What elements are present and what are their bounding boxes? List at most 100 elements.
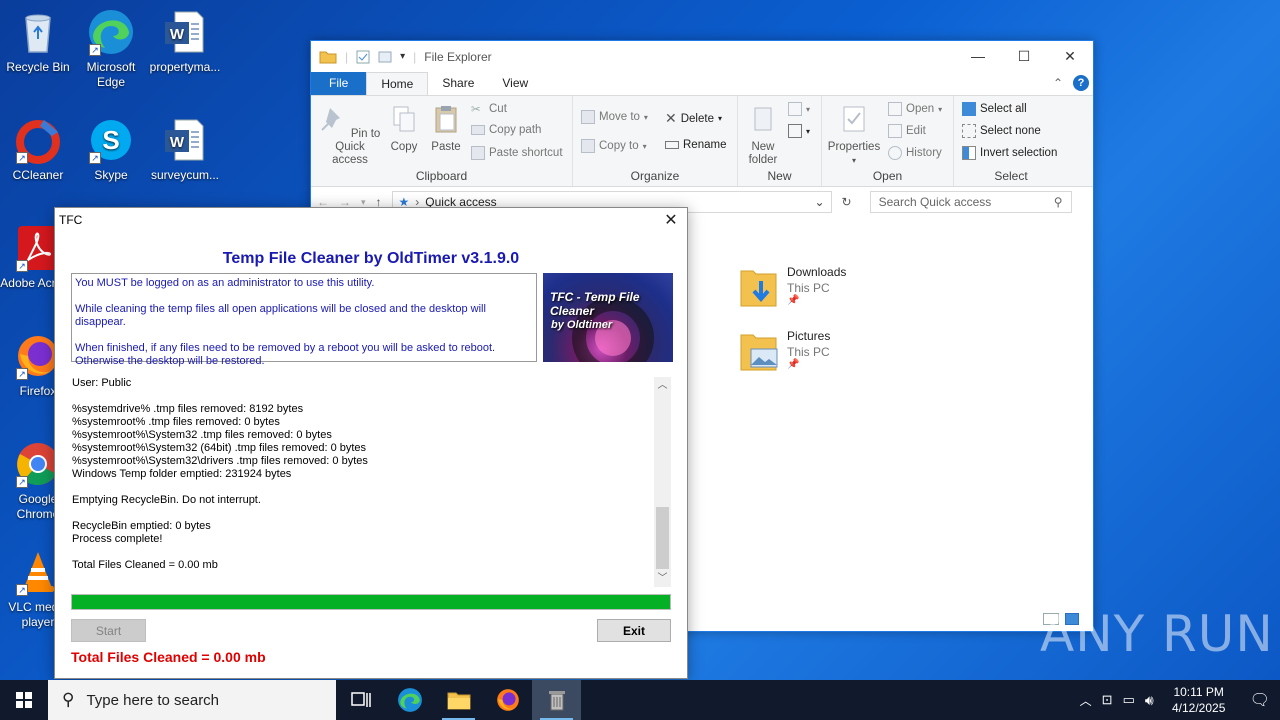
notification-icon[interactable]: 🗨︎ bbox=[1244, 690, 1270, 710]
tfc-window[interactable]: TFC ✕ Temp File Cleaner by OldTimer v3.1… bbox=[54, 207, 688, 679]
help-icon[interactable]: ? bbox=[1073, 75, 1089, 91]
copy-to-button[interactable]: Copy to ▾ bbox=[581, 139, 647, 153]
explorer-titlebar[interactable]: | ▾ | File Explorer — ☐ ✕ bbox=[311, 41, 1093, 72]
copy-icon bbox=[393, 106, 415, 132]
ribbon-group-new: New folder ▾ ▾ New bbox=[738, 96, 822, 186]
taskbar-edge[interactable] bbox=[385, 680, 434, 720]
close-button[interactable]: ✕ bbox=[1047, 41, 1093, 71]
desktop-icon-surveycum[interactable]: W surveycum... bbox=[147, 116, 223, 183]
search-placeholder: Search Quick access bbox=[878, 195, 992, 209]
select-all-button[interactable]: Select all bbox=[962, 102, 1027, 116]
start-button[interactable]: Start bbox=[71, 619, 146, 642]
scrollbar-thumb[interactable] bbox=[656, 507, 669, 569]
refresh-icon[interactable]: ↻ bbox=[842, 195, 852, 209]
taskbar-firefox[interactable] bbox=[483, 680, 532, 720]
chevron-down-icon[interactable]: ▾ bbox=[400, 51, 405, 62]
taskbar-file-explorer[interactable] bbox=[434, 680, 483, 720]
taskbar-search[interactable]: ⚲ Type here to search bbox=[48, 680, 336, 720]
properties-quick-icon[interactable] bbox=[356, 50, 370, 64]
show-hidden-icons-icon[interactable]: ︿ bbox=[1080, 692, 1092, 709]
tfc-close-button[interactable]: ✕ bbox=[655, 208, 687, 232]
log-line: RecycleBin emptied: 0 bytes bbox=[72, 520, 211, 532]
tab-home[interactable]: Home bbox=[366, 72, 429, 95]
quick-access-item-downloads[interactable]: Downloads This PC 📌 bbox=[739, 265, 846, 309]
paste-icon bbox=[435, 106, 457, 133]
easy-access-button[interactable]: ▾ bbox=[788, 124, 810, 138]
quick-access-item-pictures[interactable]: Pictures This PC 📌 bbox=[739, 329, 830, 373]
tab-file[interactable]: File bbox=[311, 72, 367, 95]
tfc-log-area[interactable]: User: Public %systemdrive% .tmp files rem… bbox=[71, 377, 671, 587]
taskbar-tfc[interactable] bbox=[532, 680, 581, 720]
copy-path-button[interactable]: Copy path bbox=[471, 124, 541, 136]
shortcut-arrow-icon: ↗ bbox=[89, 152, 101, 164]
item-location: This PC bbox=[787, 345, 830, 359]
tfc-window-title: TFC bbox=[59, 213, 83, 227]
pin-quick-access-button[interactable]: Pin to Quick access bbox=[317, 104, 383, 167]
pin-icon: 📌 bbox=[787, 359, 800, 370]
log-line: %systemroot%\System32\drivers .tmp files… bbox=[72, 455, 368, 467]
rename-button[interactable]: Rename bbox=[665, 139, 726, 151]
paste-shortcut-button[interactable]: Paste shortcut bbox=[471, 146, 563, 160]
properties-button[interactable]: Properties ▾ bbox=[826, 104, 882, 167]
collapse-ribbon-icon[interactable]: ⌃ bbox=[1053, 72, 1073, 95]
cut-button[interactable]: ✂ Cut bbox=[471, 102, 507, 116]
ribbon-group-organize: Move to ▾ Copy to ▾ ✕ Delete ▾ Rename Organi… bbox=[573, 96, 738, 186]
edit-button[interactable]: Edit bbox=[888, 124, 926, 138]
move-to-icon bbox=[581, 110, 595, 124]
minimize-button[interactable]: — bbox=[955, 41, 1001, 71]
total-cleaned-label: Total Files Cleaned = 0.00 mb bbox=[71, 649, 266, 665]
scroll-up-icon[interactable]: ︿ bbox=[654, 377, 671, 394]
clipboard-group-title: Clipboard bbox=[415, 169, 468, 183]
ribbon-group-select: Select all Select none Invert selection … bbox=[954, 96, 1068, 186]
ccleaner-icon: ↗ bbox=[14, 116, 62, 164]
new-item-button[interactable]: ▾ bbox=[788, 102, 810, 116]
desktop-icon-ccleaner[interactable]: ↗ CCleaner bbox=[0, 116, 76, 183]
tab-share[interactable]: Share bbox=[428, 72, 488, 95]
shortcut-arrow-icon: ↗ bbox=[16, 260, 28, 272]
downloads-folder-icon bbox=[740, 270, 777, 307]
desktop-icon-edge[interactable]: ↗ Microsoft Edge bbox=[73, 8, 149, 90]
network-icon[interactable]: ⊡ bbox=[1102, 692, 1113, 708]
clock-time: 10:11 PM bbox=[1173, 685, 1224, 699]
open-group-title: Open bbox=[872, 169, 903, 183]
volume-icon[interactable]: 🔊︎ bbox=[1145, 692, 1154, 709]
start-button-windows[interactable] bbox=[0, 680, 48, 720]
paste-shortcut-label: Paste shortcut bbox=[489, 147, 563, 159]
ethernet-icon[interactable]: ▭ bbox=[1123, 692, 1135, 708]
select-none-button[interactable]: Select none bbox=[962, 124, 1041, 138]
new-group-title: New bbox=[767, 169, 792, 183]
search-box[interactable]: Search Quick access ⚲ bbox=[869, 191, 1072, 213]
exit-button[interactable]: Exit bbox=[597, 619, 671, 642]
shortcut-arrow-icon: ↗ bbox=[16, 152, 28, 164]
log-line: Emptying RecycleBin. Do not interrupt. bbox=[72, 494, 261, 506]
paste-button[interactable]: Paste bbox=[427, 104, 465, 154]
log-scrollbar[interactable]: ︿ ﹀ bbox=[654, 377, 671, 587]
history-button[interactable]: History bbox=[888, 146, 942, 160]
recycle-bin-icon bbox=[14, 8, 62, 56]
desktop-icon-recycle-bin[interactable]: Recycle Bin bbox=[0, 8, 76, 75]
scroll-down-icon[interactable]: ﹀ bbox=[654, 570, 671, 587]
move-to-button[interactable]: Move to ▾ bbox=[581, 110, 648, 124]
invert-selection-button[interactable]: Invert selection bbox=[962, 146, 1057, 160]
open-button[interactable]: Open ▾ bbox=[888, 102, 942, 116]
recent-chevron-icon[interactable]: ▾ bbox=[361, 197, 366, 208]
desktop-icon-skype[interactable]: S ↗ Skype bbox=[73, 116, 149, 183]
new-folder-quick-icon[interactable] bbox=[378, 50, 392, 64]
address-dropdown-icon[interactable]: ⌄ bbox=[814, 195, 824, 209]
rename-label: Rename bbox=[683, 139, 727, 151]
properties-label: Properties bbox=[827, 141, 881, 153]
log-line: %systemroot% .tmp files removed: 0 bytes bbox=[72, 416, 280, 428]
delete-button[interactable]: ✕ Delete ▾ bbox=[665, 110, 722, 127]
ribbon-group-clipboard: Pin to Quick access Copy Paste ✂ Cut Copy… bbox=[311, 96, 573, 186]
clock[interactable]: 10:11 PM 4/12/2025 bbox=[1164, 684, 1234, 716]
new-folder-button[interactable]: New folder bbox=[742, 104, 784, 167]
pin-icon: 📌 bbox=[787, 295, 800, 306]
tfc-titlebar[interactable]: TFC bbox=[55, 208, 687, 232]
desktop-icon-propertyma[interactable]: W propertyma... bbox=[147, 8, 223, 75]
copy-button[interactable]: Copy bbox=[387, 104, 421, 154]
ribbon-tabs: File Home Share View ⌃ ? bbox=[311, 72, 1093, 95]
tab-view[interactable]: View bbox=[488, 72, 542, 95]
maximize-button[interactable]: ☐ bbox=[1001, 41, 1047, 71]
task-view-button[interactable] bbox=[336, 680, 385, 720]
